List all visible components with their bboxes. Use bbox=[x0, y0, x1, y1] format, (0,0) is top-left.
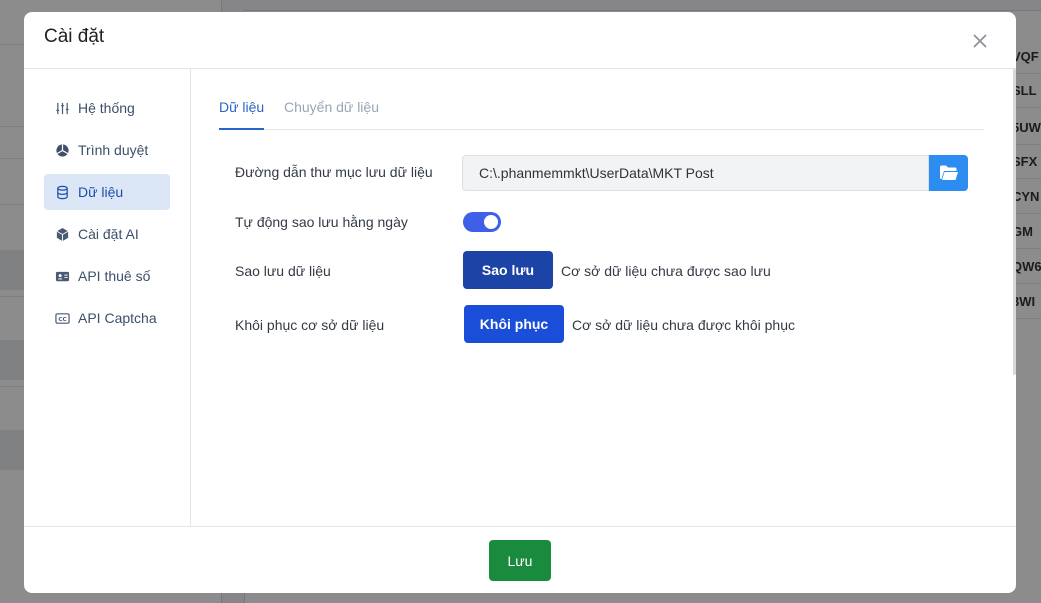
sidebar-item-trinh-duyet[interactable]: Trình duyệt bbox=[44, 132, 170, 168]
settings-content: Dữ liệu Chuyển dữ liệu Đường dẫn thư mục… bbox=[191, 69, 1016, 526]
sidebar-item-label: Dữ liệu bbox=[78, 184, 124, 200]
browser-globe-icon bbox=[54, 142, 70, 158]
sidebar-item-cai-dat-ai[interactable]: Cài đặt AI bbox=[44, 216, 170, 252]
backup-status: Cơ sở dữ liệu chưa được sao lưu bbox=[561, 263, 771, 279]
settings-sidebar: Hệ thống Trình duyệt Dữ liệu Cài đặt AI … bbox=[24, 69, 191, 526]
modal-header: Cài đặt bbox=[24, 12, 1016, 69]
path-input[interactable]: C:\.phanmemmkt\UserData\MKT Post bbox=[462, 155, 929, 191]
tab-du-lieu[interactable]: Dữ liệu bbox=[219, 99, 265, 130]
auto-backup-label: Tự động sao lưu hằng ngày bbox=[235, 214, 408, 230]
sliders-icon bbox=[54, 100, 70, 116]
toggle-knob bbox=[484, 215, 498, 229]
auto-backup-toggle[interactable] bbox=[463, 212, 501, 232]
folder-open-icon bbox=[939, 165, 958, 180]
svg-text:CC: CC bbox=[58, 316, 66, 322]
modal-title: Cài đặt bbox=[44, 26, 105, 47]
sidebar-item-he-thong[interactable]: Hệ thống bbox=[44, 90, 170, 126]
settings-modal: Cài đặt Hệ thống Trình duyệt Dữ liệu Cài… bbox=[24, 12, 1016, 593]
captcha-cc-icon: CC bbox=[54, 310, 70, 326]
restore-button[interactable]: Khôi phục bbox=[464, 305, 564, 343]
sidebar-item-label: Cài đặt AI bbox=[78, 226, 139, 242]
path-label: Đường dẫn thư mục lưu dữ liệu bbox=[235, 164, 433, 180]
ai-cube-icon bbox=[54, 226, 70, 242]
save-button[interactable]: Lưu bbox=[489, 540, 551, 581]
backup-button[interactable]: Sao lưu bbox=[463, 251, 553, 289]
modal-footer: Lưu bbox=[24, 526, 1016, 593]
content-scrollbar[interactable] bbox=[1013, 69, 1016, 375]
tab-chuyen-du-lieu[interactable]: Chuyển dữ liệu bbox=[284, 99, 379, 130]
id-card-icon bbox=[54, 268, 70, 284]
close-icon bbox=[973, 34, 987, 48]
restore-label: Khôi phục cơ sở dữ liệu bbox=[235, 317, 385, 333]
sidebar-item-label: Hệ thống bbox=[78, 100, 135, 116]
restore-status: Cơ sở dữ liệu chưa được khôi phục bbox=[572, 317, 795, 333]
close-button[interactable] bbox=[969, 30, 991, 52]
browse-folder-button[interactable] bbox=[929, 155, 968, 191]
backup-label: Sao lưu dữ liệu bbox=[235, 263, 331, 279]
sidebar-item-label: Trình duyệt bbox=[78, 142, 149, 158]
sidebar-item-du-lieu[interactable]: Dữ liệu bbox=[44, 174, 170, 210]
settings-tabs: Dữ liệu Chuyển dữ liệu bbox=[219, 97, 984, 130]
sidebar-item-api-captcha[interactable]: CC API Captcha bbox=[44, 300, 170, 336]
sidebar-item-api-thue-so[interactable]: API thuê số bbox=[44, 258, 170, 294]
sidebar-item-label: API Captcha bbox=[78, 310, 157, 326]
sidebar-item-label: API thuê số bbox=[78, 268, 151, 284]
database-icon bbox=[54, 184, 70, 200]
